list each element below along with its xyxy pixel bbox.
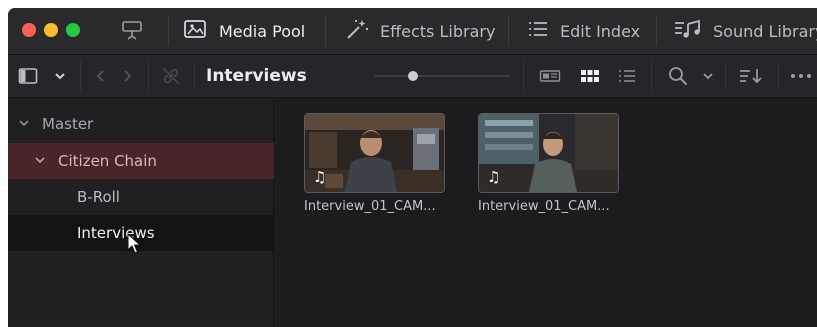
sort-icon[interactable] [738,55,764,97]
clip-thumbnail-item[interactable]: ♫ Interview_01_CAM... [304,113,459,214]
sound-library-icon [673,18,703,44]
edit-index-tab[interactable]: Edit Index [526,8,640,54]
sidebar-item-label: Interviews [77,224,155,242]
link-icon[interactable] [160,55,182,97]
edit-index-label: Edit Index [560,21,641,41]
media-pool-window: Media Pool Effects Library Edit Index So… [8,8,817,327]
clip-thumbnail[interactable]: ♫ [304,113,445,193]
effects-library-tab[interactable]: Effects Library [344,8,495,54]
bin-toolbar: Interviews [8,55,817,98]
list-icon [526,19,550,43]
sidebar-item-label: Citizen Chain [58,152,157,170]
forward-arrow-icon[interactable] [122,55,132,97]
sound-library-tab[interactable]: Sound Library [673,8,817,54]
close-window-button[interactable] [22,23,36,37]
metadata-view-icon[interactable] [539,55,561,97]
media-pool-tab[interactable]: Media Pool [183,8,305,54]
sidebar-item-citizen-chain[interactable]: Citizen Chain [8,143,299,179]
sound-library-label: Sound Library [713,21,817,41]
clip-thumbnail[interactable]: ♫ [478,113,619,193]
sidebar-item-master[interactable]: Master [8,106,283,142]
audio-note-icon: ♫ [487,168,501,186]
back-arrow-icon[interactable] [96,55,106,97]
top-toolbar: Media Pool Effects Library Edit Index So… [8,8,817,55]
clip-name: Interview_01_CAM... [478,199,610,214]
current-bin-title: Interviews [206,66,307,86]
clip-thumbnail-item[interactable]: ♫ Interview_01_CAM... [478,113,633,214]
chevron-down-icon[interactable] [18,117,32,131]
media-pool-icon [183,18,209,44]
sidebar-toggle-icon[interactable] [18,55,38,97]
chevron-down-icon[interactable] [34,154,48,168]
minimize-window-button[interactable] [44,23,58,37]
panel-toggle-icon[interactable] [120,19,144,47]
search-options-chevron-icon[interactable] [702,55,714,97]
more-options-icon[interactable] [790,55,816,97]
media-pool-clip-area: ♫ Interview_01_CAM... ♫ Interview_01_CAM… [274,98,817,327]
mouse-cursor-icon [127,232,142,259]
search-icon[interactable] [667,55,689,97]
zoom-window-button[interactable] [66,23,80,37]
thumbnail-view-icon[interactable] [580,55,600,97]
audio-note-icon: ♫ [313,168,327,186]
sidebar-item-label: Master [42,115,94,133]
chevron-down-icon[interactable] [54,55,66,97]
bin-list-sidebar: Master Citizen Chain B-Roll Interviews [8,98,342,327]
thumbnail-zoom-slider[interactable] [375,71,510,81]
media-pool-label: Media Pool [219,21,306,41]
list-view-icon[interactable] [617,55,637,97]
effects-library-label: Effects Library [380,21,496,41]
sidebar-item-label: B-Roll [77,188,120,206]
magic-wand-icon [344,17,370,45]
clip-name: Interview_01_CAM... [304,199,436,214]
zoom-slider-handle[interactable] [407,71,418,81]
